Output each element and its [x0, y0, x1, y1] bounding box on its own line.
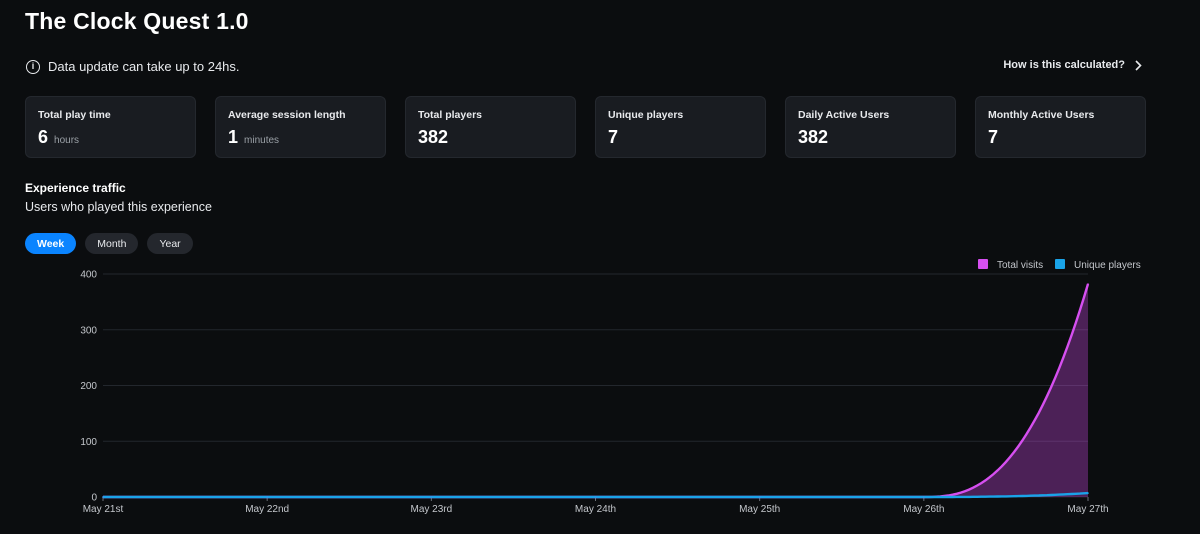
- stat-card-label: Average session length: [228, 109, 346, 121]
- info-icon: i: [26, 59, 40, 74]
- unique-players-point: [1087, 492, 1089, 494]
- unique-players-point: [266, 496, 268, 498]
- y-tick-label: 0: [91, 493, 97, 504]
- y-tick-label: 300: [80, 325, 97, 336]
- y-tick-label: 200: [80, 381, 97, 392]
- stat-card-label: Unique players: [608, 109, 684, 121]
- stat-card-value: 7: [988, 127, 999, 147]
- x-tick-label: May 22nd: [245, 504, 289, 515]
- how-calculated-link[interactable]: How is this calculated?: [1003, 59, 1142, 71]
- unique-players-point: [102, 496, 104, 498]
- x-tick-label: May 24th: [575, 504, 616, 515]
- unique-players-point: [594, 496, 597, 498]
- stat-card-total-play-time: Total play time 6 hours: [25, 96, 196, 158]
- x-tick-label: May 26th: [903, 504, 944, 515]
- stat-card-unit: minutes: [244, 135, 280, 146]
- unique-players-point: [758, 496, 761, 498]
- stat-card-average-session-length: Average session length 1 minutes: [215, 96, 386, 158]
- traffic-chart: 0 100 200 300 400 May 21st May 22nd May 23rd May…: [80, 259, 1141, 515]
- total-visits-area: [103, 284, 1088, 497]
- tab-month[interactable]: Month: [85, 233, 139, 254]
- tab-week[interactable]: Week: [25, 233, 77, 254]
- stat-card-daily-active-users: Daily Active Users 382: [785, 96, 956, 158]
- stat-card-value: 382: [418, 127, 449, 147]
- page-title: The Clock Quest 1.0: [25, 8, 249, 34]
- x-tick-label: May 25th: [739, 504, 780, 515]
- stat-card-label: Monthly Active Users: [988, 109, 1095, 121]
- y-tick-label: 100: [80, 437, 97, 448]
- stat-card-label: Total play time: [38, 109, 111, 121]
- legend-swatch-total-visits: [978, 259, 988, 269]
- stat-card-value: 382: [798, 127, 829, 147]
- traffic-subtitle: Users who played this experience: [25, 200, 212, 214]
- x-tick-label: May 23rd: [410, 504, 452, 515]
- notice-text: Data update can take up to 24hs.: [48, 59, 240, 74]
- unique-players-point: [430, 496, 433, 498]
- legend-swatch-unique-players: [1055, 259, 1065, 269]
- legend-label-unique-players: Unique players: [1074, 260, 1141, 271]
- stat-card-value: 6: [38, 127, 49, 147]
- how-calculated-label: How is this calculated?: [1003, 59, 1125, 71]
- total-visits-line: [103, 283, 1090, 499]
- stat-card-label: Total players: [418, 109, 482, 121]
- x-tick-label: May 27th: [1067, 504, 1108, 515]
- chevron-right-icon: [1135, 59, 1142, 71]
- legend-label-total-visits: Total visits: [997, 260, 1043, 271]
- traffic-title: Experience traffic: [25, 181, 126, 195]
- stat-cards: Total play time 6 hours Average session l…: [25, 96, 1146, 158]
- stat-card-value: 7: [608, 127, 619, 147]
- stat-card-monthly-active-users: Monthly Active Users 7: [975, 96, 1146, 158]
- period-tabs: Week Month Year: [25, 233, 193, 254]
- y-tick-label: 400: [80, 270, 97, 281]
- unique-players-point: [923, 496, 925, 498]
- stat-card-unit: hours: [54, 135, 80, 146]
- total-visits-point: [1087, 283, 1089, 285]
- stat-card-value: 1: [228, 127, 239, 147]
- tab-year[interactable]: Year: [147, 233, 193, 254]
- analytics-page: The Clock Quest 1.0 i Data update can ta…: [0, 0, 1200, 534]
- stat-card-unique-players: Unique players 7: [595, 96, 766, 158]
- x-tick-label: May 21st: [83, 504, 124, 515]
- data-update-notice: i Data update can take up to 24hs.: [26, 59, 240, 74]
- stat-card-label: Daily Active Users: [798, 109, 890, 121]
- stat-card-total-players: Total players 382: [405, 96, 576, 158]
